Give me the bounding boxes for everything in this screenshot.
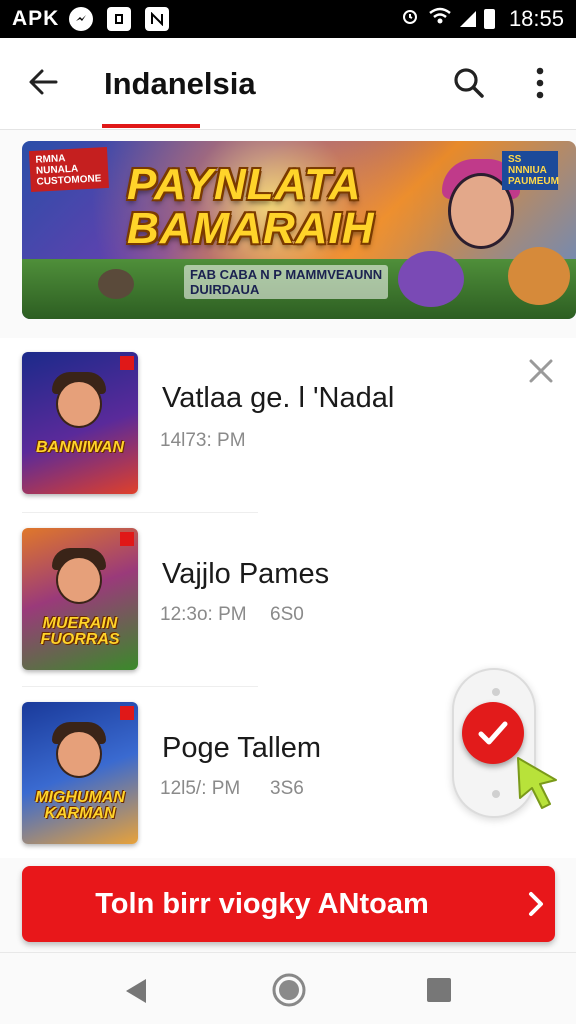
notification-icon — [145, 7, 170, 31]
banner-tag-right: SS NNNIUA PAUMEUM — [502, 151, 559, 190]
divider — [22, 512, 258, 513]
messenger-icon — [69, 7, 94, 31]
item-title: Vajjlo Pames — [162, 558, 330, 590]
list-item[interactable]: MUERAIN FUORRAS Vajjlo Pames 12:3o: PM 6… — [0, 514, 576, 684]
status-time: 18:55 — [508, 6, 564, 31]
app-screen: APK 18:55 Indanelsia RMNA NUNALA CUSTOMO… — [0, 0, 576, 1024]
carrier-label: APK — [12, 7, 60, 30]
thumbnail-character — [56, 380, 102, 428]
divider — [22, 686, 258, 687]
item-time: 12:3o: PM — [160, 604, 247, 625]
toggle-dot-top — [492, 688, 500, 696]
thumbnail-character — [56, 730, 102, 778]
chevron-right-icon — [529, 892, 543, 916]
app-icon — [107, 7, 132, 31]
nav-home-button[interactable] — [271, 972, 307, 1008]
page-title: Indanelsia — [104, 66, 256, 101]
creature-illustration — [98, 269, 134, 299]
thumbnail-logo: BANNIWAN — [36, 439, 124, 456]
thumbnail-badge — [120, 532, 134, 546]
status-bar: APK 18:55 — [0, 0, 576, 38]
item-title: Poge Tallem — [162, 732, 322, 764]
promo-banner[interactable]: RMNA NUNALA CUSTOMONE SS NNNIUA PAUMEUM … — [22, 141, 576, 319]
nav-home-icon — [272, 973, 306, 1007]
status-icons: 18:55 — [400, 6, 564, 32]
nav-back-button[interactable] — [120, 975, 152, 1007]
bear-illustration — [508, 247, 570, 305]
thumbnail-badge — [120, 706, 134, 720]
wifi-icon — [428, 7, 452, 31]
battery-icon — [483, 9, 495, 29]
system-nav-bar — [0, 952, 576, 1024]
thumbnail-badge — [120, 356, 134, 370]
nav-back-icon — [126, 979, 146, 1003]
banner-subtitle: FAB CABA N P MAMMVEAUNN DUIRDAUA — [184, 265, 389, 299]
item-time: 14l73: PM — [160, 430, 246, 451]
thumbnail-logo: MUERAIN FUORRAS — [40, 615, 120, 648]
nav-recents-button[interactable] — [425, 976, 453, 1004]
top-app-bar: Indanelsia — [0, 38, 576, 130]
signal-icon — [459, 11, 476, 27]
banner-title-line2: BAMARAIH — [127, 204, 375, 253]
search-icon — [454, 68, 484, 98]
thumbnail-character — [56, 556, 102, 604]
item-time: 12l5/: PM — [160, 778, 241, 799]
arrow-left-icon — [29, 69, 58, 95]
more-options-button[interactable] — [524, 62, 556, 104]
banner-title-line1: PAYNLATA — [127, 160, 362, 209]
thumbnail-logo: MIGHUMAN KARMAN — [35, 789, 125, 822]
toggle-dot-bottom — [492, 790, 500, 798]
cta-label: Toln birr viogky ANtoam — [95, 888, 429, 920]
nav-recents-icon — [427, 978, 451, 1002]
item-size: 3S6 — [270, 778, 304, 799]
alarm-icon — [400, 6, 420, 32]
pointer-cursor-icon — [510, 754, 562, 810]
more-vertical-icon — [536, 67, 544, 99]
title-underline — [102, 124, 200, 128]
banner-subtitle-line1: FAB CABA N P MAMMVEAUNN — [190, 267, 383, 282]
item-thumbnail: MIGHUMAN KARMAN — [22, 702, 138, 844]
item-thumbnail: MUERAIN FUORRAS — [22, 528, 138, 670]
item-thumbnail: BANNIWAN — [22, 352, 138, 494]
back-button[interactable] — [22, 60, 66, 104]
search-button[interactable] — [448, 62, 490, 104]
banner-title: PAYNLATA BAMARAIH — [127, 163, 375, 251]
banner-subtitle-line2: DUIRDAUA — [190, 282, 260, 297]
item-size: 6S0 — [270, 604, 304, 625]
monster-illustration — [398, 251, 464, 307]
item-title: Vatlaa ge. l 'Nadal — [162, 382, 395, 414]
primary-cta-button[interactable]: Toln birr viogky ANtoam — [22, 866, 555, 942]
list-item[interactable]: BANNIWAN Vatlaa ge. l 'Nadal 14l73: PM — [0, 338, 576, 508]
banner-tag-left: RMNA NUNALA CUSTOMONE — [28, 146, 110, 193]
